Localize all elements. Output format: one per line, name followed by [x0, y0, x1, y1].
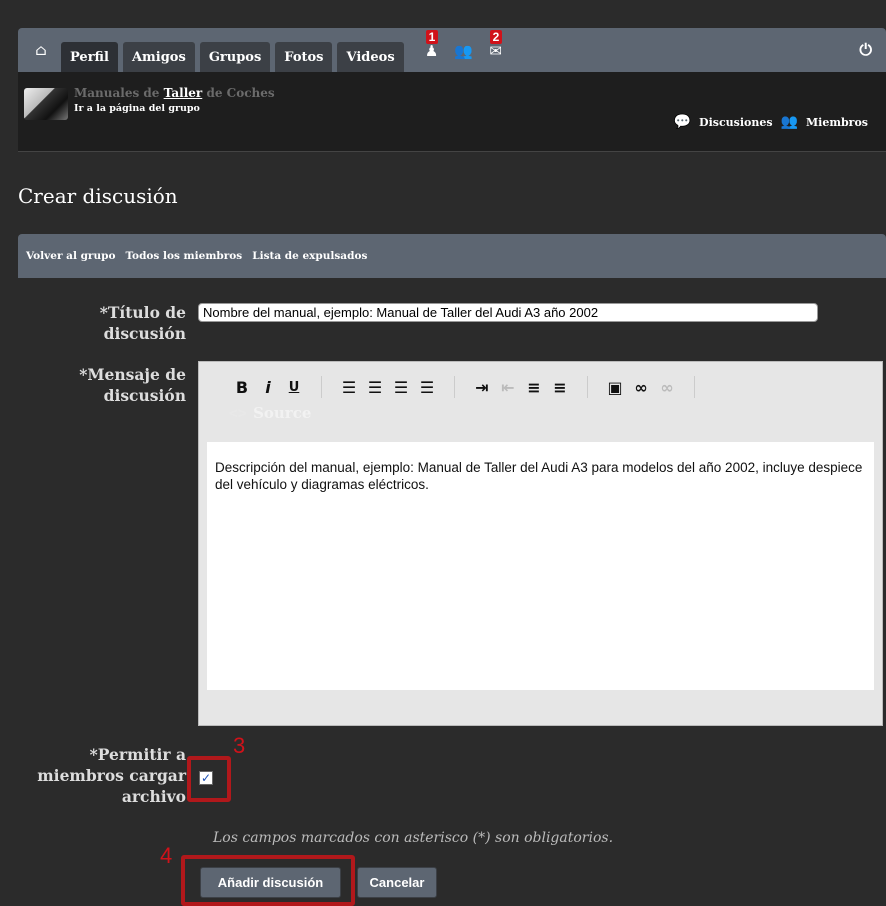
notifications-badge: 1 — [425, 30, 439, 44]
power-icon[interactable]: ⏻ — [859, 40, 872, 60]
align-left-icon[interactable]: ☰ — [336, 378, 362, 397]
message-label-line1: *Mensaje de — [79, 365, 186, 384]
discussions-link[interactable]: Discusiones — [699, 116, 773, 129]
message-label: *Mensaje de discusión — [40, 364, 186, 406]
discussions-icon[interactable]: 💬 — [674, 114, 691, 130]
group-title: Manuales de Taller de Coches — [74, 86, 275, 100]
upload-label: *Permitir a miembros cargar archivo — [10, 744, 186, 807]
editor-toolbar: B i U ☰ ☰ ☰ ☰ ⇥ ⇤ ≡ ≡ ▣ ∞ ∞ <> Source — [229, 374, 872, 434]
title-label: *Título de discusión — [40, 302, 186, 344]
group-subnav: Volver al grupo Todos los miembros Lista… — [18, 234, 886, 278]
message-textarea[interactable]: Descripción del manual, ejemplo: Manual … — [207, 442, 874, 690]
bold-icon[interactable]: B — [229, 378, 255, 397]
align-justify-icon[interactable]: ☰ — [414, 378, 440, 397]
group-title-prefix: Manuales de — [74, 86, 164, 100]
members-icon[interactable]: 👥 — [781, 114, 798, 130]
align-center-icon[interactable]: ☰ — [362, 378, 388, 397]
upload-label-line3: archivo — [121, 787, 186, 806]
italic-icon[interactable]: i — [255, 378, 281, 397]
title-label-line2: discusión — [103, 324, 186, 343]
upload-label-line1: *Permitir a — [89, 745, 186, 764]
tab-perfil[interactable]: Perfil — [61, 42, 118, 72]
source-label: Source — [253, 404, 312, 422]
annotation-number-3: 3 — [233, 733, 246, 758]
numbered-list-icon[interactable]: ≡ — [521, 378, 547, 397]
messages-icon[interactable]: ✉ 2 — [482, 30, 510, 66]
bullet-list-icon[interactable]: ≡ — [547, 378, 573, 397]
toolbar-divider — [587, 376, 588, 398]
source-code-icon: <> — [229, 404, 248, 422]
unlink-icon[interactable]: ∞ — [654, 378, 680, 397]
title-input[interactable]: Nombre del manual, ejemplo: Manual de Ta… — [198, 303, 818, 322]
page-title: Crear discusión — [18, 184, 178, 208]
tab-videos[interactable]: Videos — [337, 42, 404, 72]
members-link[interactable]: Miembros — [806, 116, 868, 129]
subnav-banned-list[interactable]: Lista de expulsados — [252, 250, 367, 262]
friends-icon[interactable]: 👥 — [450, 36, 478, 66]
link-icon[interactable]: ∞ — [628, 378, 654, 397]
notifications-bell-icon[interactable]: ♟ 1 — [418, 30, 446, 66]
rich-text-editor: B i U ☰ ☰ ☰ ☰ ⇥ ⇤ ≡ ≡ ▣ ∞ ∞ <> Source De… — [198, 361, 883, 726]
outdent-icon[interactable]: ⇤ — [495, 378, 521, 397]
subnav-all-members[interactable]: Todos los miembros — [125, 250, 242, 262]
tab-amigos[interactable]: Amigos — [122, 42, 195, 72]
subnav-back-to-group[interactable]: Volver al grupo — [26, 250, 115, 262]
toolbar-divider — [454, 376, 455, 398]
title-label-line1: *Título de — [99, 303, 186, 322]
cancel-button[interactable]: Cancelar — [357, 867, 437, 898]
upload-label-line2: miembros cargar — [37, 766, 186, 785]
group-header: Manuales de Taller de Coches Ir a la pág… — [18, 72, 886, 152]
top-nav-bar: ⌂ Perfil Amigos Grupos Fotos Videos ♟ 1 👥… — [18, 28, 886, 72]
annotation-box-3 — [187, 756, 231, 802]
messages-badge: 2 — [489, 30, 503, 44]
group-avatar[interactable] — [24, 88, 68, 120]
toolbar-row: B i U ☰ ☰ ☰ ☰ ⇥ ⇤ ≡ ≡ ▣ ∞ ∞ — [229, 374, 872, 400]
add-discussion-button[interactable]: Añadir discusión — [200, 867, 341, 898]
image-icon[interactable]: ▣ — [602, 378, 628, 397]
align-right-icon[interactable]: ☰ — [388, 378, 414, 397]
source-button[interactable]: <> Source — [229, 404, 872, 422]
group-page-link[interactable]: Ir a la página del grupo — [74, 103, 200, 114]
tab-fotos[interactable]: Fotos — [275, 42, 333, 72]
group-title-suffix: de Coches — [202, 86, 275, 100]
toolbar-divider — [321, 376, 322, 398]
message-label-line2: discusión — [103, 386, 186, 405]
underline-icon[interactable]: U — [281, 380, 307, 395]
home-icon[interactable]: ⌂ — [26, 35, 56, 65]
indent-icon[interactable]: ⇥ — [469, 378, 495, 397]
group-title-link[interactable]: Taller — [164, 86, 203, 100]
required-fields-hint: Los campos marcados con asterisco (*) so… — [213, 830, 614, 846]
tab-grupos[interactable]: Grupos — [199, 42, 271, 72]
annotation-number-4: 4 — [160, 843, 173, 868]
toolbar-divider — [694, 376, 695, 398]
group-actions: 💬 Discusiones 👥 Miembros — [674, 114, 868, 130]
